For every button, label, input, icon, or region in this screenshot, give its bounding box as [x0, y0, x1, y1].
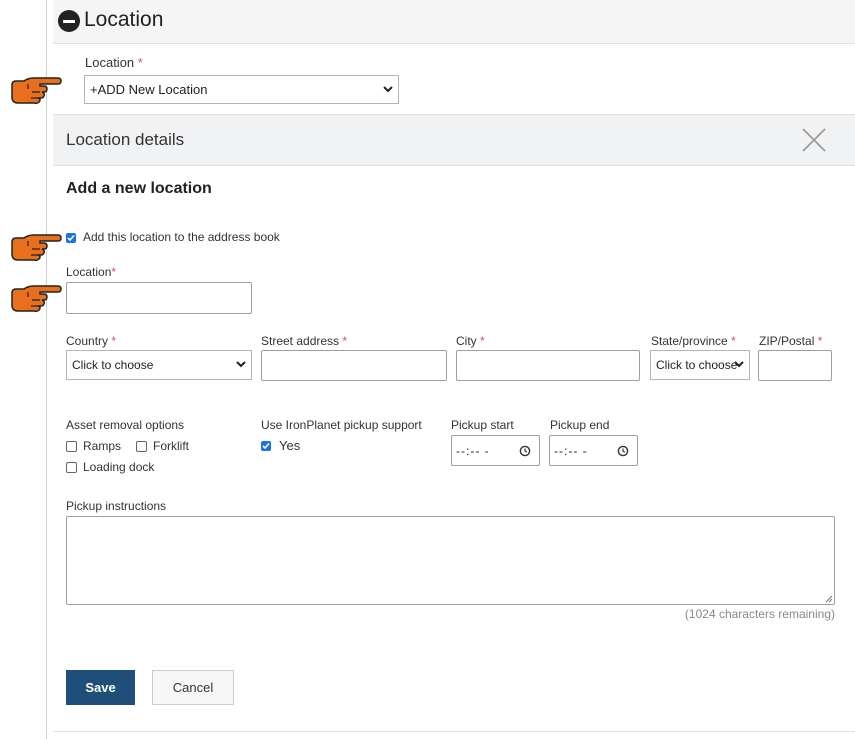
address-book-label: Add this location to the address book — [83, 230, 280, 244]
asset-removal-label: Asset removal options — [66, 418, 185, 432]
form-heading: Add a new location — [66, 180, 212, 197]
city-label: City * — [456, 334, 485, 348]
characters-remaining: (1024 characters remaining) — [684, 607, 835, 621]
clock-icon[interactable] — [617, 445, 629, 457]
pickup-support-checkbox[interactable] — [261, 441, 271, 451]
location-section-header[interactable]: Location — [53, 0, 855, 44]
check-icon — [262, 442, 270, 450]
zip-input[interactable] — [758, 350, 832, 381]
country-label: Country * — [66, 334, 117, 348]
location-name-label: Location* — [66, 265, 117, 279]
street-input[interactable] — [261, 350, 447, 381]
pickup-start-value: --:-- - — [456, 444, 490, 458]
loading-dock-checkbox[interactable] — [66, 462, 77, 473]
cancel-button[interactable]: Cancel — [152, 670, 234, 705]
save-button[interactable]: Save — [66, 670, 135, 705]
section-title: Location — [84, 8, 164, 31]
location-details-header: Location details — [53, 114, 855, 166]
pickup-end-label: Pickup end — [550, 418, 610, 432]
pickup-end-value: --:-- - — [554, 444, 588, 458]
zip-label: ZIP/Postal * — [759, 334, 823, 348]
clock-icon[interactable] — [519, 445, 531, 457]
pointing-hand-icon — [11, 77, 62, 105]
city-input[interactable] — [456, 350, 640, 381]
address-book-checkbox[interactable] — [66, 233, 76, 243]
pickup-start-label: Pickup start — [451, 418, 514, 432]
chevron-down-icon — [383, 86, 393, 93]
ramps-checkbox[interactable] — [66, 441, 77, 452]
close-icon[interactable] — [801, 127, 827, 153]
panel-bottom-divider — [53, 731, 855, 732]
location-name-input[interactable] — [66, 282, 252, 314]
resize-handle-icon[interactable] — [825, 595, 833, 603]
left-border — [46, 0, 47, 739]
state-label: State/province * — [651, 334, 736, 348]
check-icon — [67, 234, 75, 242]
country-select[interactable]: Click to choose — [66, 350, 252, 380]
minus-circle-icon[interactable] — [58, 10, 80, 32]
instructions-textarea[interactable] — [66, 516, 835, 605]
forklift-label: Forklift — [153, 439, 189, 453]
location-select-label: Location * — [85, 55, 143, 70]
street-label: Street address * — [261, 334, 348, 348]
pickup-support-label: Use IronPlanet pickup support — [261, 418, 422, 432]
ramps-label: Ramps — [83, 439, 122, 453]
instructions-label: Pickup instructions — [66, 499, 167, 513]
state-select[interactable]: Click to choose — [650, 350, 750, 380]
forklift-checkbox[interactable] — [136, 441, 147, 452]
pickup-start-input[interactable]: --:-- - — [451, 435, 540, 466]
pickup-support-yes-label: Yes — [279, 438, 301, 453]
pickup-end-input[interactable]: --:-- - — [549, 435, 638, 466]
chevron-down-icon — [236, 361, 246, 368]
pointing-hand-icon — [11, 234, 62, 262]
chevron-down-icon — [734, 361, 744, 368]
panel-title: Location details — [66, 130, 185, 149]
pointing-hand-icon — [11, 285, 62, 313]
loading-dock-label: Loading dock — [83, 460, 155, 474]
location-select[interactable]: +ADD New Location — [84, 75, 399, 104]
